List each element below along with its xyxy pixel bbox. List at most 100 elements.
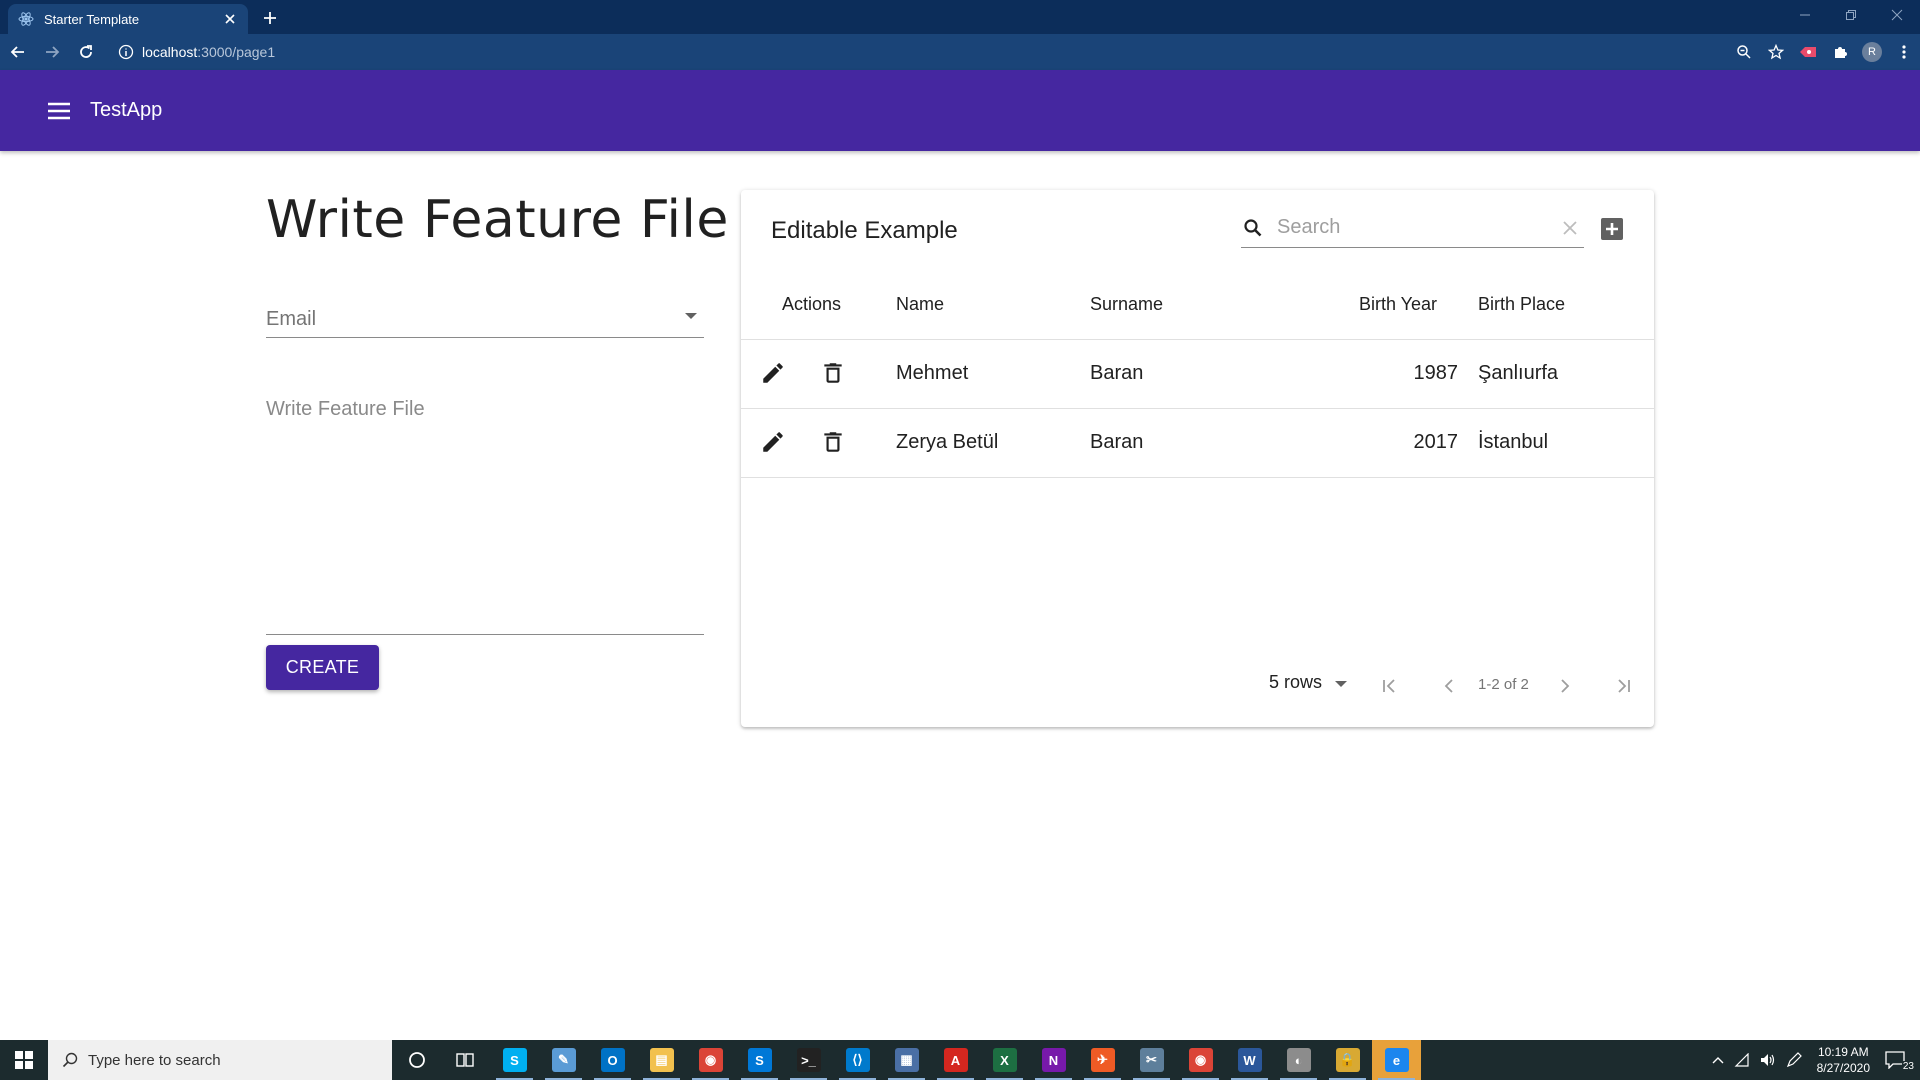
taskbar-apps: S ✎ O ▤ ◉ S >_ ⟨⟩ ▦ A X N ✈ ✂ ◉ W ◐ 🔒 e (392, 1040, 1421, 1080)
cell-birth-place: Şanlıurfa (1478, 362, 1559, 384)
url-path: :3000/page1 (197, 44, 276, 60)
show-hidden-icons-icon[interactable] (1712, 1056, 1724, 1064)
skype-icon-glyph: S (502, 1048, 527, 1072)
notepad-icon[interactable]: ✎ (539, 1040, 588, 1080)
close-tab-icon[interactable] (222, 11, 238, 27)
snipping-tool-icon[interactable]: ✂ (1127, 1040, 1176, 1080)
cell-surname: Baran (1090, 362, 1144, 384)
cell-surname: Baran (1090, 431, 1144, 453)
create-button[interactable]: CREATE (266, 645, 379, 690)
snipping-tool-icon-glyph: ✂ (1139, 1048, 1164, 1072)
address-bar[interactable]: localhost:3000/page1 (108, 37, 1788, 67)
column-header-birth-year[interactable]: Birth Year (1359, 294, 1437, 315)
textarea-placeholder: Write Feature File (266, 398, 425, 420)
skype-business-icon-glyph: S (747, 1048, 772, 1072)
url-host: localhost (142, 44, 198, 60)
calculator-icon[interactable]: ▦ (882, 1040, 931, 1080)
chrome-icon-glyph: ◉ (698, 1048, 723, 1072)
window-controls (1782, 0, 1920, 30)
browser-tab[interactable]: Starter Template (8, 4, 248, 34)
add-row-icon[interactable] (1599, 216, 1625, 242)
chrome-profile-icon[interactable]: ◉ (1176, 1040, 1225, 1080)
column-header-name[interactable]: Name (896, 294, 944, 315)
profile-avatar[interactable]: R (1862, 42, 1882, 62)
zoom-icon[interactable] (1728, 36, 1760, 68)
page-info: 1-2 of 2 (1478, 676, 1529, 693)
edge-icon-glyph: e (1384, 1048, 1409, 1072)
file-explorer-icon[interactable]: ▤ (637, 1040, 686, 1080)
skype-business-icon[interactable]: S (735, 1040, 784, 1080)
forward-icon[interactable] (36, 36, 68, 68)
pen-icon[interactable] (1786, 1052, 1802, 1068)
pagination: 5 rows 1-2 of 2 (741, 672, 1654, 702)
reload-icon[interactable] (70, 36, 102, 68)
taskbar-search-placeholder: Type here to search (88, 1051, 221, 1069)
vscode-icon-glyph: ⟨⟩ (845, 1048, 870, 1072)
word-icon-glyph: W (1237, 1048, 1262, 1072)
delete-icon[interactable] (820, 429, 846, 455)
rows-dropdown-arrow-icon[interactable] (1334, 680, 1348, 688)
postman-icon[interactable]: ✈ (1078, 1040, 1127, 1080)
browser-tabstrip: Starter Template (0, 0, 1920, 34)
info-icon[interactable] (118, 44, 134, 60)
search-input[interactable] (1277, 212, 1537, 242)
clear-search-icon[interactable] (1562, 220, 1578, 236)
rows-per-page-select[interactable]: 5 rows (1269, 672, 1322, 693)
cortana-icon[interactable] (392, 1040, 441, 1080)
editable-table-card: Editable Example Actions Name Surname Bi… (741, 190, 1654, 727)
toolbar-actions: R (1728, 36, 1920, 68)
app-title: TestApp (90, 99, 163, 121)
previous-page-icon[interactable] (1435, 672, 1463, 700)
onenote-icon[interactable]: N (1029, 1040, 1078, 1080)
cell-birth-place: İstanbul (1478, 431, 1549, 453)
new-tab-icon[interactable] (260, 8, 280, 28)
puzzle-icon[interactable] (1824, 36, 1856, 68)
vscode-icon[interactable]: ⟨⟩ (833, 1040, 882, 1080)
clock-time: 10:19 AM (1817, 1045, 1869, 1059)
notification-count: 23 (1901, 1061, 1915, 1072)
next-page-icon[interactable] (1551, 672, 1579, 700)
terminal-icon[interactable]: >_ (784, 1040, 833, 1080)
outlook-icon[interactable]: O (588, 1040, 637, 1080)
clock[interactable]: 10:19 AM 8/27/2020 (1817, 1044, 1870, 1076)
system-tray: 10:19 AM 8/27/2020 23 (1707, 1040, 1920, 1080)
column-header-birth-place[interactable]: Birth Place (1478, 294, 1565, 315)
close-window-icon[interactable] (1874, 0, 1920, 30)
windows-start-icon[interactable] (0, 1040, 48, 1080)
taskbar-search-box[interactable]: Type here to search (48, 1040, 392, 1080)
word-icon[interactable]: W (1225, 1040, 1274, 1080)
skype-icon[interactable]: S (490, 1040, 539, 1080)
first-page-icon[interactable] (1376, 672, 1404, 700)
table-row: Mehmet Baran 1987 Şanlıurfa (741, 340, 1654, 409)
last-page-icon[interactable] (1609, 672, 1637, 700)
keepass-icon[interactable]: 🔒 (1323, 1040, 1372, 1080)
excel-icon-glyph: X (992, 1048, 1017, 1072)
edit-icon[interactable] (760, 360, 786, 386)
volume-icon[interactable] (1760, 1053, 1776, 1067)
email-select[interactable]: Email (266, 298, 704, 338)
edit-icon[interactable] (760, 429, 786, 455)
column-header-surname[interactable]: Surname (1090, 294, 1163, 315)
delete-icon[interactable] (820, 360, 846, 386)
feature-file-textarea[interactable]: Write Feature File (266, 390, 704, 635)
notification-center-icon[interactable]: 23 (1885, 1048, 1915, 1072)
cell-birth-year: 2017 (1413, 431, 1459, 453)
bookmark-star-icon[interactable] (1760, 36, 1792, 68)
edge-icon[interactable]: e (1372, 1040, 1421, 1080)
kebab-menu-icon[interactable] (1888, 36, 1920, 68)
minimize-icon[interactable] (1782, 0, 1828, 30)
search-icon (62, 1052, 78, 1068)
acrobat-icon-glyph: A (943, 1048, 968, 1072)
network-icon[interactable] (1734, 1053, 1750, 1067)
excel-icon[interactable]: X (980, 1040, 1029, 1080)
extension-icon[interactable] (1792, 36, 1824, 68)
terminal-icon-glyph: >_ (796, 1048, 821, 1072)
paint-icon[interactable]: ◐ (1274, 1040, 1323, 1080)
restore-icon[interactable] (1828, 0, 1874, 30)
notepad-icon-glyph: ✎ (551, 1048, 576, 1072)
chrome-icon[interactable]: ◉ (686, 1040, 735, 1080)
task-view-icon[interactable] (441, 1040, 490, 1080)
acrobat-icon[interactable]: A (931, 1040, 980, 1080)
hamburger-menu-icon[interactable] (44, 96, 74, 126)
back-icon[interactable] (2, 36, 34, 68)
